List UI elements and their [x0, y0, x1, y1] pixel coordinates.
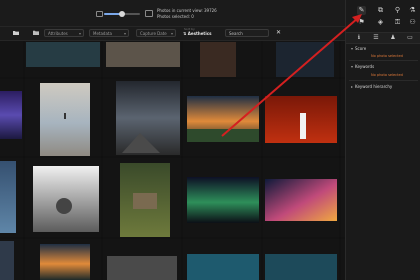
folder-icon[interactable]	[13, 30, 19, 35]
attributes-dropdown[interactable]: Attributes ▾	[44, 29, 84, 37]
photos-selected-text: Photos selected: 0	[157, 14, 194, 19]
photo-grid	[0, 41, 345, 280]
pin-icon[interactable]: ⚲	[393, 6, 402, 15]
layers-icon[interactable]: ⧉	[376, 6, 385, 15]
key-icon[interactable]: ⚿	[393, 18, 402, 27]
capture-date-dropdown[interactable]: Capture Date ▾	[136, 29, 176, 37]
sort-button[interactable]: ⇅ Aesthetics	[183, 30, 221, 38]
thumbnail-size-slider[interactable]	[104, 11, 140, 17]
folder-icon[interactable]: ▭	[406, 34, 414, 42]
photo-thumbnail[interactable]	[187, 254, 259, 280]
photo-grid-canvas	[0, 41, 345, 280]
photo-thumbnail[interactable]	[200, 42, 236, 77]
chevron-down-icon: ▾	[170, 31, 173, 36]
info-icon[interactable]: ℹ	[355, 34, 363, 42]
sort-value: Aesthetics	[187, 31, 212, 36]
photo-thumbnail[interactable]	[0, 241, 14, 280]
attributes-label: Attributes	[48, 31, 68, 36]
photo-thumbnail[interactable]	[276, 42, 334, 77]
photo-person	[64, 113, 66, 119]
photo-cabin	[133, 193, 157, 209]
photo-thumbnail[interactable]	[265, 254, 337, 280]
thumbnail-small-icon	[96, 11, 103, 17]
right-panel: ✎ ⧉ ⚲ ⚗ ⚑ ◈ ⚿ ⚇ ℹ ☰ ♟ ▭ ▾ Score No photo …	[345, 0, 420, 280]
filter-bar: Attributes ▾ Metadata ▾ Capture Date ▾ S…	[0, 27, 345, 41]
photo-thumbnail[interactable]	[26, 42, 100, 67]
flag-icon[interactable]: ⚑	[357, 18, 366, 27]
top-toolbar: Photos in current view: 39726 Photos sel…	[0, 0, 345, 27]
capture-date-label: Capture Date	[140, 31, 167, 36]
folder-open-icon[interactable]	[33, 30, 39, 35]
photo-thumbnail[interactable]	[40, 83, 90, 156]
chevron-down-icon: ▾	[351, 64, 354, 69]
metadata-label: Metadata	[93, 31, 112, 36]
score-section-header[interactable]: ▾ Score	[351, 46, 366, 51]
photo-grass	[187, 129, 259, 142]
score-empty-text: No photo selected	[371, 54, 403, 58]
chevron-down-icon: ▾	[123, 31, 126, 36]
chevron-down-icon: ▾	[351, 46, 354, 51]
keywords-section-header[interactable]: ▾ Keywords	[351, 64, 374, 69]
divider	[349, 80, 418, 81]
divider	[349, 60, 418, 61]
photo-tree	[56, 198, 72, 214]
photo-person	[300, 113, 306, 139]
photo-thumbnail[interactable]	[106, 42, 180, 67]
chevron-down-icon: ▾	[78, 31, 81, 36]
list-icon[interactable]: ☰	[372, 34, 380, 42]
keywords-empty-text: No photo selected	[371, 73, 403, 77]
chevron-right-icon: ▸	[351, 84, 354, 89]
photos-in-view-text: Photos in current view: 39726	[157, 8, 217, 13]
sort-icon: ⇅	[183, 31, 187, 36]
person-icon[interactable]: ♟	[389, 34, 397, 42]
photo-thumbnail[interactable]	[265, 179, 337, 221]
thumbnail-large-icon	[145, 10, 153, 17]
photo-thumbnail[interactable]	[0, 91, 22, 139]
slider-knob[interactable]	[119, 11, 125, 17]
app-window: Photos in current view: 39726 Photos sel…	[0, 0, 420, 280]
search-text: Search	[229, 31, 243, 36]
score-title: Score	[355, 46, 367, 51]
photo-thumbnail[interactable]	[0, 161, 16, 233]
eyedropper-icon[interactable]: ⚗	[408, 6, 417, 15]
people-icon[interactable]: ⚇	[408, 18, 417, 27]
photo-thumbnail[interactable]	[40, 244, 90, 280]
panel-tab-bar: ℹ ☰ ♟ ▭	[346, 32, 420, 44]
clear-search-icon[interactable]: ✕	[276, 29, 281, 36]
keyword-hierarchy-section-header[interactable]: ▸ Keyword hierarchy	[351, 84, 392, 89]
photo-thumbnail[interactable]	[107, 256, 177, 280]
metadata-dropdown[interactable]: Metadata ▾	[89, 29, 129, 37]
map-icon[interactable]: ◈	[376, 18, 385, 27]
keyword-hierarchy-title: Keyword hierarchy	[355, 84, 393, 89]
search-input[interactable]: Search	[225, 29, 269, 37]
keywords-title: Keywords	[355, 64, 375, 69]
photo-thumbnail[interactable]	[187, 177, 259, 223]
pencil-icon[interactable]: ✎	[357, 6, 366, 15]
